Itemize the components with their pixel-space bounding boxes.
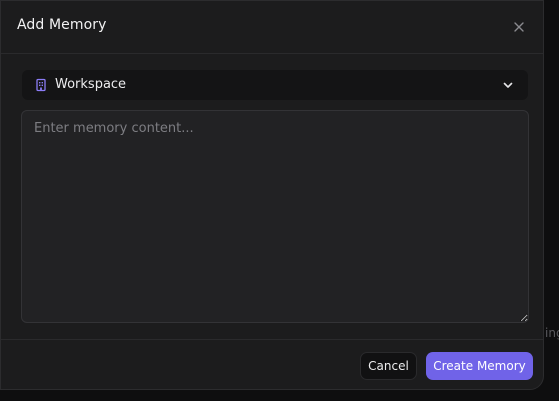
building-icon [36,78,46,92]
background-text-fragment: ing [545,326,559,340]
scope-select[interactable]: Workspace [22,70,528,100]
dialog-header: Add Memory [1,1,543,54]
close-icon [514,22,524,32]
create-memory-button[interactable]: Create Memory [426,352,533,380]
memory-content-input[interactable] [21,110,529,323]
scope-select-value: Workspace [55,77,127,92]
footer-divider [1,339,543,340]
dialog-title: Add Memory [17,17,107,33]
close-button[interactable] [508,16,530,38]
chevron-down-icon [503,82,513,88]
cancel-button[interactable]: Cancel [360,352,417,380]
add-memory-dialog: Add Memory Workspace Cancel Create Memor… [0,0,544,390]
